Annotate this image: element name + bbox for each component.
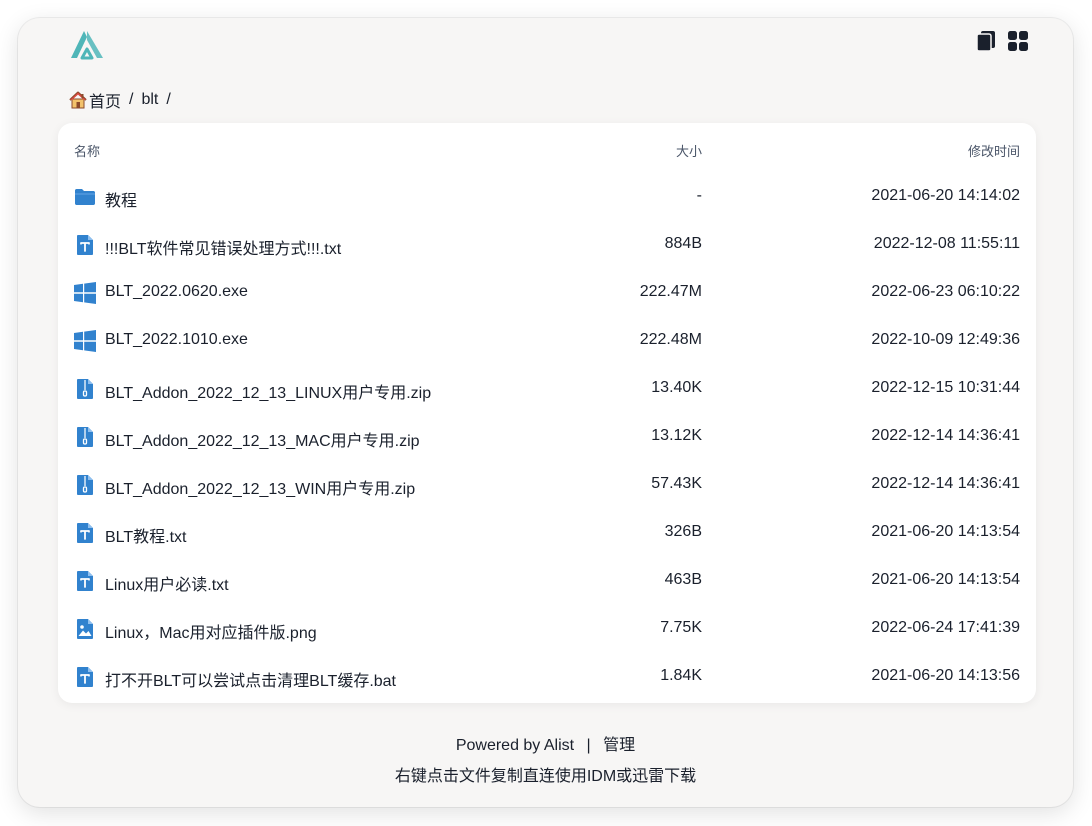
zip-file-icon: [73, 473, 97, 497]
file-size: 1.84K: [660, 667, 702, 684]
file-size: 13.12K: [651, 427, 702, 444]
file-modified-time: 2022-12-14 14:36:41: [871, 475, 1020, 492]
breadcrumb-home[interactable]: 首页: [89, 88, 121, 112]
file-row[interactable]: 教程 - 2021-06-20 14:14:02: [58, 173, 1036, 221]
file-name[interactable]: 打不开BLT可以尝试点击清理BLT缓存.bat: [105, 667, 396, 691]
file-name[interactable]: 教程: [105, 187, 137, 211]
file-modified-time: 2022-12-15 10:31:44: [871, 379, 1020, 396]
house-icon: [69, 91, 87, 109]
file-name[interactable]: BLT_2022.1010.exe: [105, 331, 248, 349]
file-list-header: 名称 大小 修改时间: [58, 141, 1036, 161]
file-size: 884B: [664, 235, 702, 252]
file-row[interactable]: BLT_Addon_2022_12_13_MAC用户专用.zip 13.12K 20…: [58, 413, 1036, 461]
file-row[interactable]: Linux，Mac用对应插件版.png 7.75K 2022-06-24 17:41…: [58, 605, 1036, 653]
file-modified-time: 2021-06-20 14:13:54: [871, 523, 1020, 540]
text-file-icon: [73, 665, 97, 689]
file-row[interactable]: BLT教程.txt 326B 2021-06-20 14:13:54: [58, 509, 1036, 557]
footer-links: Powered by Alist | 管理: [18, 731, 1073, 755]
file-size: 222.48M: [639, 331, 702, 348]
file-list-panel: 名称 大小 修改时间 教程 - 2021-06-20 14:14:02 !!!BLT软…: [58, 123, 1036, 703]
breadcrumb: 首页 / blt /: [68, 88, 179, 112]
file-name[interactable]: BLT_2022.0620.exe: [105, 283, 248, 301]
copy-icon[interactable]: [975, 30, 997, 52]
file-size: 222.47M: [639, 283, 702, 300]
file-size: -: [696, 187, 702, 204]
file-row[interactable]: BLT_2022.1010.exe 222.48M 2022-10-09 12:49…: [58, 317, 1036, 365]
breadcrumb-separator: /: [129, 91, 134, 108]
app-window: 首页 / blt / 名称 大小 修改时间 教程 - 2021-06-20 14:1…: [18, 18, 1073, 807]
file-modified-time: 2022-12-08 11:55:11: [873, 235, 1020, 252]
windows-icon: [73, 281, 97, 305]
file-size: 7.75K: [660, 619, 702, 636]
file-modified-time: 2021-06-20 14:14:02: [871, 187, 1020, 204]
footer-separator: |: [586, 737, 591, 754]
image-file-icon: [73, 617, 97, 641]
alist-logo-icon[interactable]: [68, 28, 106, 62]
file-name[interactable]: BLT教程.txt: [105, 523, 187, 547]
zip-file-icon: [73, 425, 97, 449]
file-size: 57.43K: [651, 475, 702, 492]
file-row[interactable]: !!!BLT软件常见错误处理方式!!!.txt 884B 2022-12-08 11…: [58, 221, 1036, 269]
file-row[interactable]: 打不开BLT可以尝试点击清理BLT缓存.bat 1.84K 2021-06-20 1…: [58, 653, 1036, 701]
zip-file-icon: [73, 377, 97, 401]
file-modified-time: 2022-10-09 12:49:36: [871, 331, 1020, 348]
file-modified-time: 2022-06-24 17:41:39: [871, 619, 1020, 636]
text-file-icon: [73, 569, 97, 593]
footer-note: 右键点击文件复制直连使用IDM或迅雷下载: [394, 768, 697, 785]
file-row[interactable]: BLT_Addon_2022_12_13_WIN用户专用.zip 57.43K 20…: [58, 461, 1036, 509]
file-modified-time: 2021-06-20 14:13:54: [871, 571, 1020, 588]
breadcrumb-blt[interactable]: blt: [141, 91, 158, 109]
file-name[interactable]: Linux用户必读.txt: [105, 571, 229, 595]
manage-link[interactable]: 管理: [603, 737, 635, 754]
file-size: 463B: [664, 571, 702, 588]
file-name[interactable]: BLT_Addon_2022_12_13_MAC用户专用.zip: [105, 427, 420, 451]
text-file-icon: [73, 233, 97, 257]
file-name[interactable]: BLT_Addon_2022_12_13_WIN用户专用.zip: [105, 475, 415, 499]
file-size: 13.40K: [651, 379, 702, 396]
column-modified-header[interactable]: 修改时间: [968, 141, 1020, 160]
folder-icon: [73, 185, 97, 209]
file-modified-time: 2022-06-23 06:10:22: [871, 283, 1020, 300]
text-file-icon: [73, 521, 97, 545]
file-name[interactable]: Linux，Mac用对应插件版.png: [105, 619, 317, 643]
header-actions: [975, 30, 1029, 52]
file-modified-time: 2022-12-14 14:36:41: [871, 427, 1020, 444]
file-name[interactable]: !!!BLT软件常见错误处理方式!!!.txt: [105, 235, 341, 259]
file-row[interactable]: BLT_Addon_2022_12_13_LINUX用户专用.zip 13.40K…: [58, 365, 1036, 413]
windows-icon: [73, 329, 97, 353]
powered-by-link[interactable]: Powered by Alist: [456, 737, 574, 754]
file-row[interactable]: Linux用户必读.txt 463B 2021-06-20 14:13:54: [58, 557, 1036, 605]
breadcrumb-separator: /: [166, 91, 171, 108]
column-name-header[interactable]: 名称: [74, 141, 100, 160]
file-name[interactable]: BLT_Addon_2022_12_13_LINUX用户专用.zip: [105, 379, 431, 403]
column-size-header[interactable]: 大小: [676, 141, 702, 160]
grid-view-icon[interactable]: [1007, 30, 1029, 52]
file-modified-time: 2021-06-20 14:13:56: [871, 667, 1020, 684]
file-size: 326B: [664, 523, 702, 540]
file-row[interactable]: BLT_2022.0620.exe 222.47M 2022-06-23 06:10…: [58, 269, 1036, 317]
file-list: 教程 - 2021-06-20 14:14:02 !!!BLT软件常见错误处理方式!!…: [58, 173, 1036, 701]
